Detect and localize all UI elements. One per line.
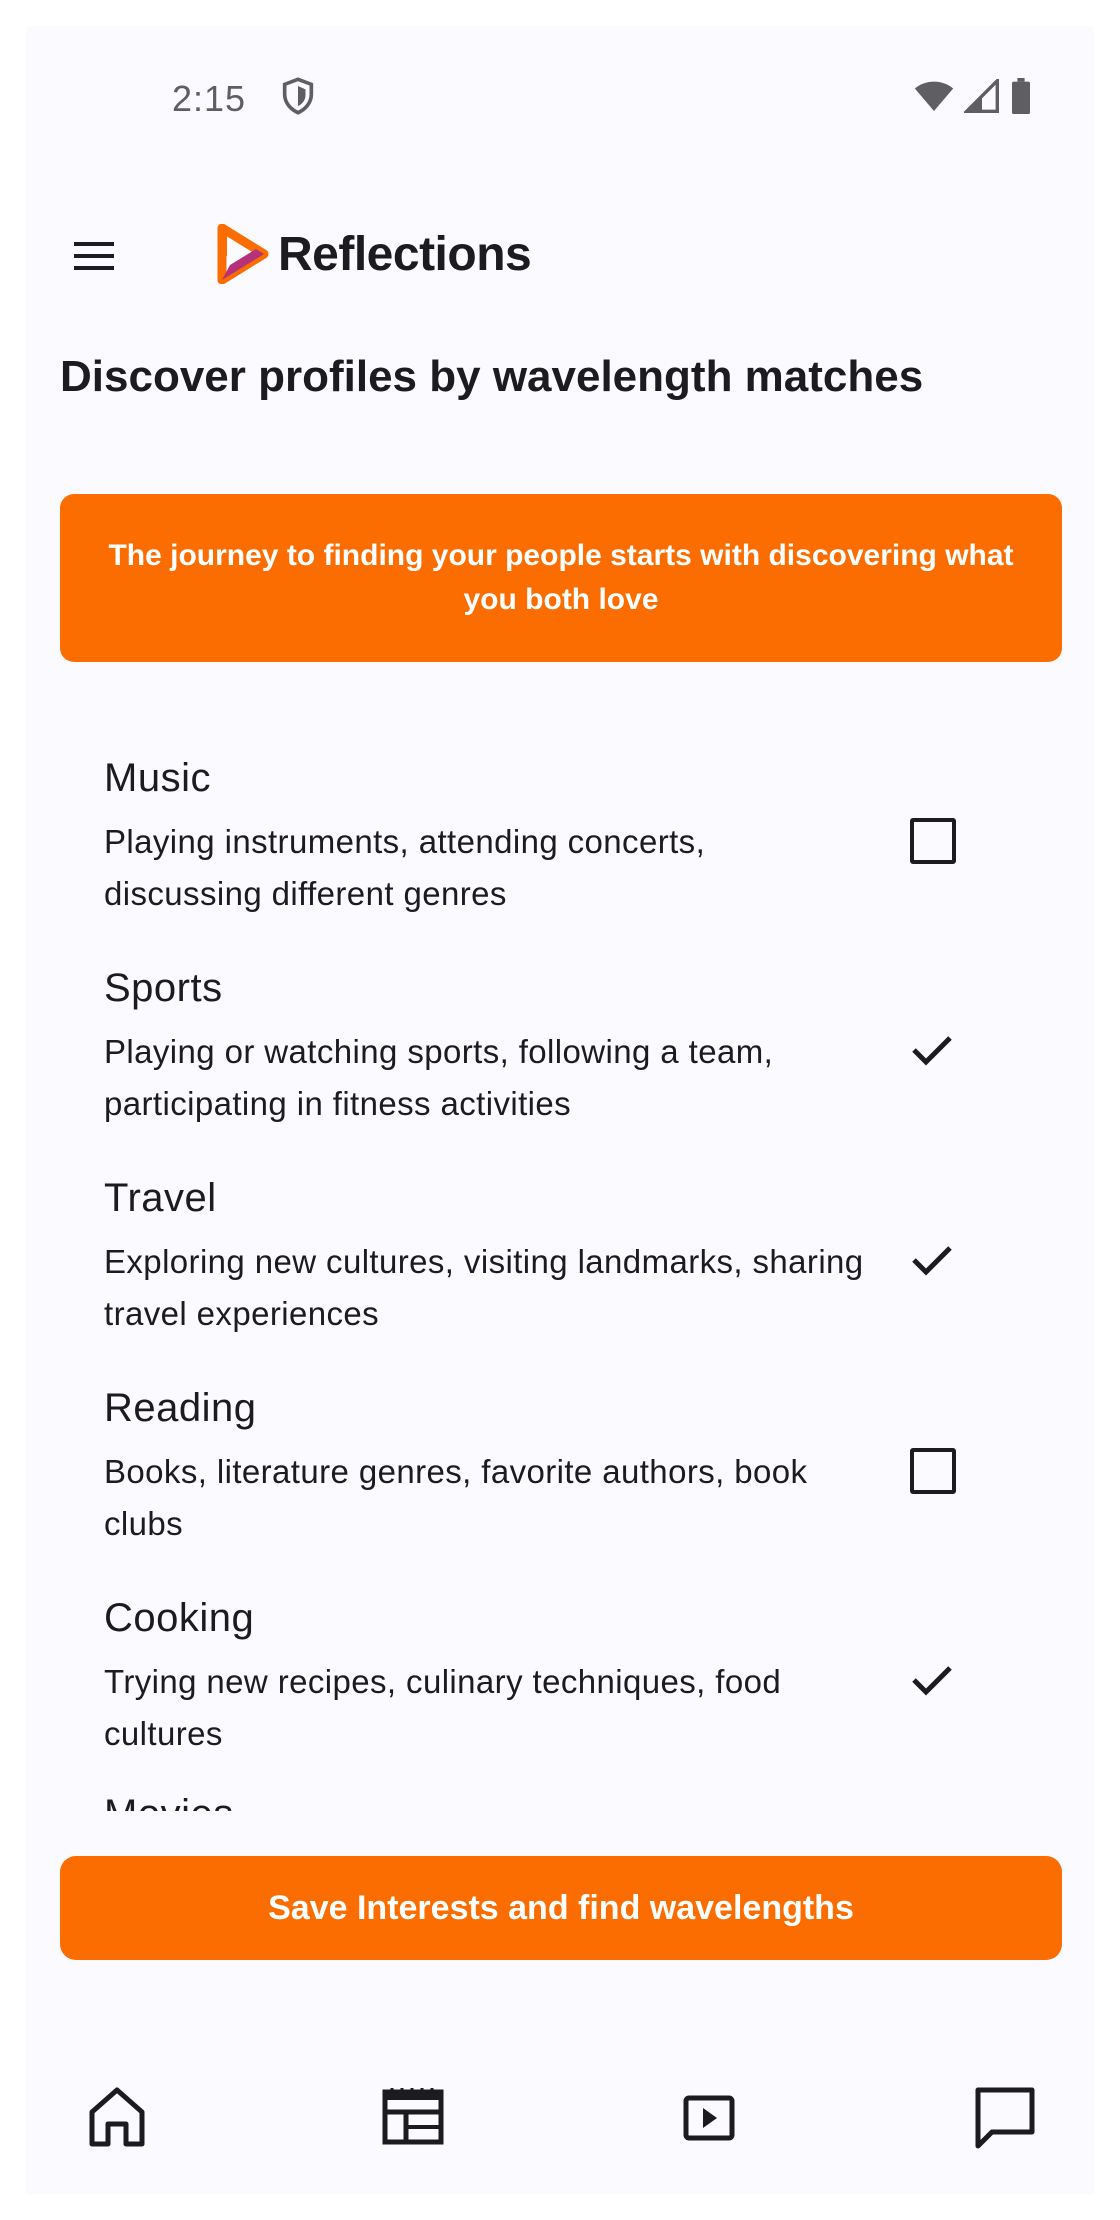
page-title: Discover profiles by wavelength matches (60, 352, 924, 401)
menu-icon[interactable] (62, 224, 126, 288)
wifi-icon (914, 79, 954, 113)
interest-item-sports[interactable]: Sports Playing or watching sports, follo… (104, 966, 1014, 1156)
interest-title: Sports (104, 966, 223, 1010)
interest-description: Trying new recipes, culinary techniques,… (104, 1663, 782, 1752)
save-interests-button[interactable]: Save Interests and find wavelengths (60, 1856, 1062, 1960)
interest-item-music[interactable]: Music Playing instruments, attending con… (104, 756, 1014, 946)
app-screen: 2:15 Reflections Discover profiles by wa… (26, 26, 1094, 2194)
interest-item-cooking[interactable]: Cooking Trying new recipes, culinary tec… (104, 1596, 1014, 1786)
checkmark-icon (912, 1666, 952, 1696)
banner-text: The journey to finding your people start… (108, 539, 1014, 616)
interest-title: Movies (104, 1792, 234, 1811)
brand-name: Reflections (278, 227, 532, 281)
interest-item-movies[interactable]: Movies (104, 1792, 1014, 1811)
bottom-nav (26, 2072, 1094, 2162)
interest-title: Reading (104, 1386, 257, 1430)
play-video-icon[interactable] (664, 2072, 754, 2162)
interest-checkbox[interactable] (904, 1652, 960, 1708)
interest-checkbox[interactable] (904, 812, 960, 868)
interest-checkbox[interactable] (904, 1442, 960, 1498)
interest-description: Playing instruments, attending concerts,… (104, 823, 706, 912)
status-icons (914, 78, 1032, 114)
interest-title: Music (104, 756, 211, 800)
checkbox-unchecked-icon (910, 818, 956, 864)
reflections-logo-icon (216, 223, 270, 285)
shield-icon (278, 76, 318, 116)
checkmark-icon (912, 1246, 952, 1276)
chat-icon[interactable] (960, 2072, 1050, 2162)
interest-list[interactable]: Music Playing instruments, attending con… (26, 726, 1094, 1811)
status-bar: 2:15 (26, 66, 1094, 126)
interest-checkbox[interactable] (904, 1022, 960, 1078)
interest-description: Books, literature genres, favorite autho… (104, 1453, 808, 1542)
interest-item-travel[interactable]: Travel Exploring new cultures, visiting … (104, 1176, 1014, 1366)
interest-checkbox[interactable] (904, 1232, 960, 1288)
checkbox-unchecked-icon (910, 1448, 956, 1494)
checkmark-icon (912, 1036, 952, 1066)
status-time: 2:15 (172, 78, 247, 119)
interest-item-reading[interactable]: Reading Books, literature genres, favori… (104, 1386, 1014, 1576)
interest-title: Travel (104, 1176, 217, 1220)
interest-description: Exploring new cultures, visiting landmar… (104, 1243, 864, 1332)
intro-banner: The journey to finding your people start… (60, 494, 1062, 662)
interest-title: Cooking (104, 1596, 255, 1640)
calendar-table-icon[interactable] (368, 2072, 458, 2162)
app-bar: Reflections (26, 196, 1094, 316)
brand: Reflections (216, 223, 532, 285)
interest-description: Playing or watching sports, following a … (104, 1033, 774, 1122)
home-icon[interactable] (72, 2072, 162, 2162)
signal-icon (964, 79, 1000, 113)
battery-icon (1010, 78, 1032, 114)
